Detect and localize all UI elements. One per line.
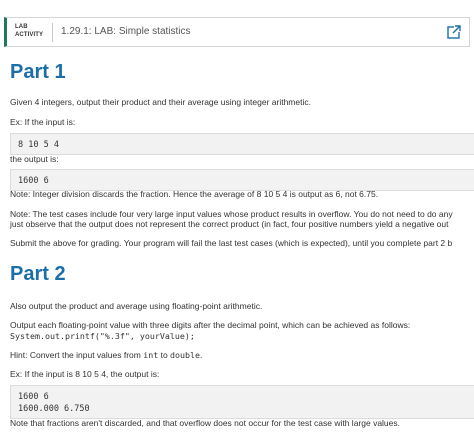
part2-example-label: Ex: If the input is 8 10 5 4, the output… — [10, 369, 160, 379]
part2-format-code: System.out.printf("%.3f", yourValue); — [10, 331, 195, 341]
hint-code-double: double — [170, 350, 201, 360]
lab-title: 1.29.1: LAB: Simple statistics — [61, 26, 191, 37]
lab-activity-badge: LAB ACTIVITY — [15, 23, 47, 39]
part1-note-overflow-line2: just observe that the output does not re… — [10, 219, 449, 229]
part2-output-line1: 1600 6 — [18, 392, 49, 402]
part1-submit-instructions: Submit the above for grading. Your progr… — [10, 238, 453, 248]
badge-line-1: LAB — [15, 24, 28, 30]
part2-note: Note that fractions aren't discarded, an… — [10, 418, 400, 428]
part1-input-example: 8 10 5 4 — [10, 133, 474, 155]
lab-activity-header: LAB ACTIVITY 1.29.1: LAB: Simple statist… — [4, 17, 470, 47]
hint-text-mid: to — [158, 350, 171, 360]
part2-heading: Part 2 — [10, 263, 66, 285]
part2-hint: Hint: Convert the input values from int … — [10, 350, 202, 361]
hint-text-pre: Hint: Convert the input values from — [10, 350, 144, 360]
header-divider — [52, 23, 53, 42]
part1-note-integer-division: Note: Integer division discards the frac… — [10, 189, 379, 199]
lab-content: Part 1 Given 4 integers, output their pr… — [10, 55, 474, 435]
open-external-icon[interactable] — [446, 24, 462, 40]
part2-format-instructions: Output each floating-point value with th… — [10, 320, 411, 330]
badge-line-2: ACTIVITY — [15, 32, 44, 38]
part1-output-label: the output is: — [10, 154, 59, 164]
part2-intro: Also output the product and average usin… — [10, 301, 263, 311]
part2-output-example: 1600 6 1600.000 6.750 — [10, 385, 474, 419]
part1-intro: Given 4 integers, output their product a… — [10, 97, 311, 107]
part1-output-example: 1600 6 — [10, 169, 474, 191]
hint-text-post: . — [200, 350, 203, 360]
part1-example-label: Ex: If the input is: — [10, 117, 76, 127]
part1-heading: Part 1 — [10, 61, 66, 83]
part2-output-line2: 1600.000 6.750 — [18, 404, 90, 414]
hint-code-int: int — [143, 350, 159, 360]
